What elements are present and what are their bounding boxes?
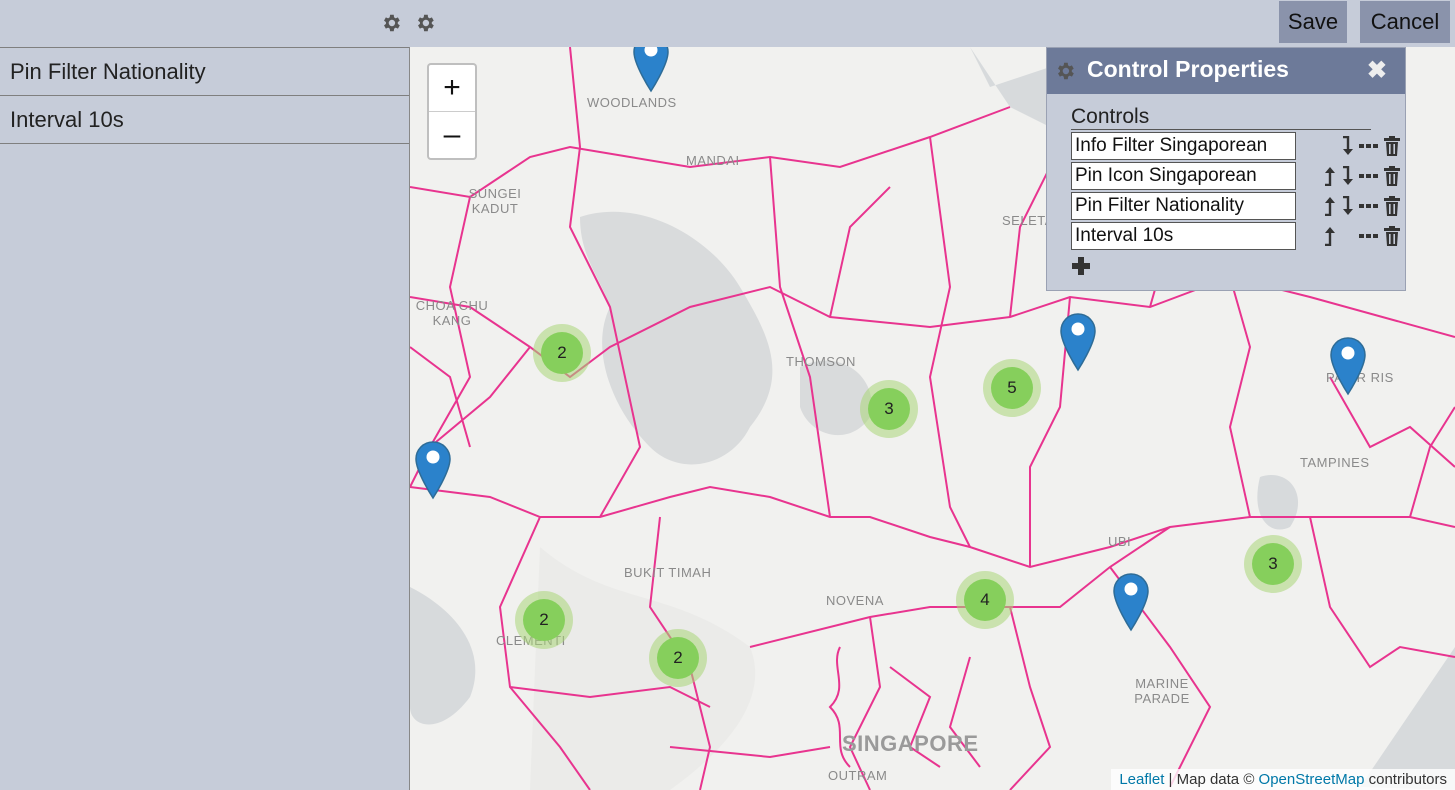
- control-name-field[interactable]: Interval 10s: [1071, 222, 1296, 250]
- cluster-marker[interactable]: 2: [649, 629, 707, 687]
- sidebar-item-interval[interactable]: Interval 10s: [0, 95, 409, 144]
- cluster-count: 2: [657, 637, 699, 679]
- leaflet-link[interactable]: Leaflet: [1119, 771, 1164, 788]
- close-icon[interactable]: ✖: [1367, 56, 1387, 85]
- cluster-marker[interactable]: 3: [1244, 535, 1302, 593]
- move-up-icon[interactable]: [1321, 196, 1339, 216]
- control-row: Info Filter Singaporean: [1071, 132, 1401, 160]
- map-gear-icon[interactable]: [414, 12, 436, 34]
- move-up-icon[interactable]: [1321, 166, 1339, 186]
- map-label-sungei-kadut: SUNGEI KADUT: [468, 186, 522, 216]
- control-row: Pin Icon Singaporean: [1071, 162, 1401, 190]
- control-properties-panel: Control Properties ✖ Controls Info Filte…: [1046, 47, 1406, 291]
- sidebar-gear-icon[interactable]: [380, 12, 402, 34]
- trash-icon[interactable]: [1383, 226, 1401, 246]
- openstreetmap-link[interactable]: OpenStreetMap: [1259, 771, 1365, 788]
- cluster-count: 5: [991, 367, 1033, 409]
- map-label-marine-parade: MARINE PARADE: [1134, 676, 1190, 706]
- move-down-icon[interactable]: [1339, 136, 1357, 156]
- panel-header[interactable]: Control Properties ✖: [1047, 48, 1405, 94]
- move-up-icon[interactable]: [1321, 226, 1339, 246]
- sidebar-item-pin-filter[interactable]: Pin Filter Nationality: [0, 47, 409, 95]
- cluster-count: 4: [964, 579, 1006, 621]
- control-row: Pin Filter Nationality: [1071, 192, 1401, 220]
- save-button[interactable]: Save: [1279, 1, 1347, 43]
- controls-heading: Controls: [1071, 105, 1150, 128]
- attribution-text: | Map data ©: [1164, 771, 1259, 788]
- zoom-control: + –: [427, 63, 477, 160]
- top-toolbar: Save Cancel: [0, 0, 1455, 47]
- map-attribution: Leaflet | Map data © OpenStreetMap contr…: [1111, 769, 1455, 790]
- map-pin-icon[interactable]: [1329, 336, 1367, 396]
- map-pin-icon[interactable]: [414, 440, 452, 500]
- map-label-mandai: MANDAI: [686, 153, 740, 168]
- cluster-count: 2: [541, 332, 583, 374]
- zoom-out-button[interactable]: –: [429, 112, 475, 158]
- more-icon[interactable]: [1359, 166, 1379, 186]
- zoom-in-button[interactable]: +: [429, 65, 475, 112]
- cluster-count: 3: [868, 388, 910, 430]
- panel-title: Control Properties: [1087, 56, 1289, 82]
- map-label-thomson: THOMSON: [786, 354, 856, 369]
- map-label-novena: NOVENA: [826, 593, 884, 608]
- trash-icon[interactable]: [1383, 196, 1401, 216]
- move-down-icon[interactable]: [1339, 196, 1357, 216]
- map-label-ubi: UBI: [1108, 534, 1132, 549]
- trash-icon[interactable]: [1383, 166, 1401, 186]
- map-label-tampines: TAMPINES: [1300, 455, 1370, 470]
- control-name-field[interactable]: Pin Icon Singaporean: [1071, 162, 1296, 190]
- map-label-outram: OUTRAM: [828, 768, 888, 783]
- map-label-singapore: SINGAPORE: [842, 731, 979, 756]
- controls-divider: [1071, 129, 1371, 130]
- control-name-field[interactable]: Info Filter Singaporean: [1071, 132, 1296, 160]
- attribution-suffix: contributors: [1364, 771, 1447, 788]
- cluster-count: 3: [1252, 543, 1294, 585]
- map-label-bukit-timah: BUKIT TIMAH: [624, 565, 712, 580]
- more-icon[interactable]: [1359, 136, 1379, 156]
- cancel-button[interactable]: Cancel: [1360, 1, 1450, 43]
- map-pin-icon[interactable]: [632, 47, 670, 93]
- cluster-count: 2: [523, 599, 565, 641]
- map-pin-icon[interactable]: [1059, 312, 1097, 372]
- sidebar: Pin Filter Nationality Interval 10s: [0, 47, 410, 790]
- move-down-icon[interactable]: [1339, 166, 1357, 186]
- control-name-field[interactable]: Pin Filter Nationality: [1071, 192, 1296, 220]
- cluster-marker[interactable]: 3: [860, 380, 918, 438]
- control-row: Interval 10s: [1071, 222, 1401, 250]
- more-icon[interactable]: [1359, 196, 1379, 216]
- trash-icon[interactable]: [1383, 136, 1401, 156]
- cluster-marker[interactable]: 2: [533, 324, 591, 382]
- cluster-marker[interactable]: 2: [515, 591, 573, 649]
- add-control-icon[interactable]: [1071, 256, 1091, 276]
- map-pin-icon[interactable]: [1112, 572, 1150, 632]
- cluster-marker[interactable]: 4: [956, 571, 1014, 629]
- map-label-woodlands: WOODLANDS: [587, 95, 677, 110]
- panel-gear-icon: [1054, 60, 1076, 82]
- cluster-marker[interactable]: 5: [983, 359, 1041, 417]
- map-label-choa-chu-kang: CHOA CHU KANG: [415, 298, 489, 328]
- more-icon[interactable]: [1359, 226, 1379, 246]
